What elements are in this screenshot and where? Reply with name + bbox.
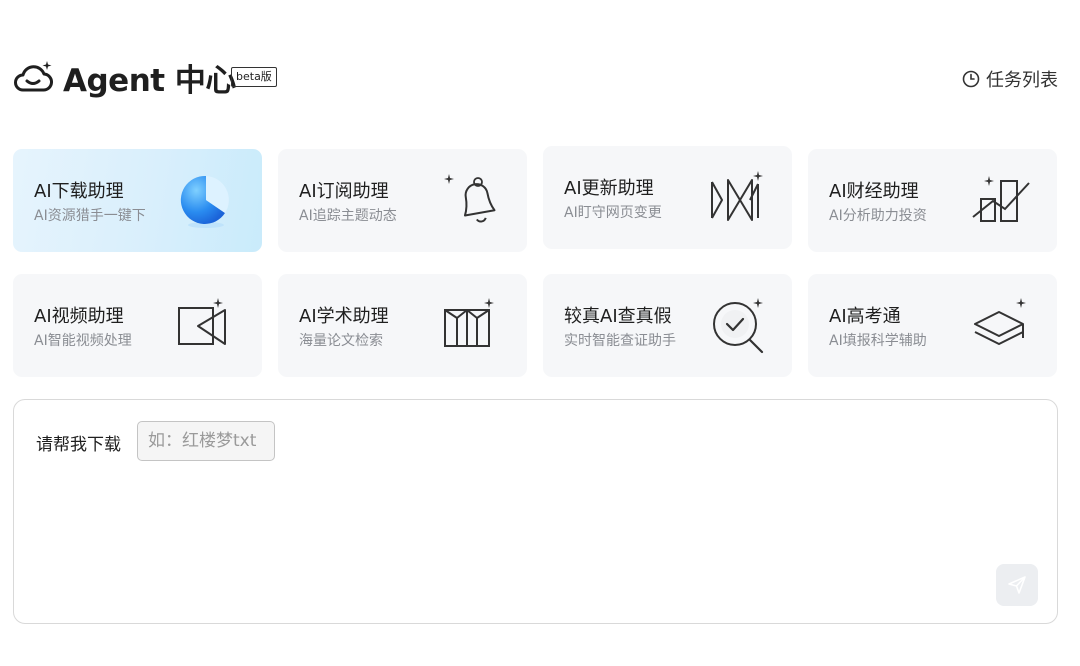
clock-icon — [962, 70, 980, 88]
download-target-input[interactable] — [138, 422, 274, 460]
card-title: AI视频助理 — [34, 306, 124, 327]
prompt-box[interactable]: 请帮我下载 — [13, 399, 1058, 624]
page-header: Agent 中心 beta版 任务列表 — [13, 58, 1058, 99]
card-title: AI下载助理 — [34, 181, 124, 202]
refresh-pages-icon — [711, 171, 763, 221]
card-subtitle: AI资源猎手一键下 — [34, 208, 146, 224]
card-ai-subscribe[interactable]: AI订阅助理 AI追踪主题动态 — [278, 149, 527, 252]
send-icon — [1008, 576, 1026, 594]
graduation-cap-icon — [974, 298, 1026, 345]
card-ai-update[interactable]: AI更新助理 AI盯守网页变更 — [543, 146, 792, 249]
card-subtitle: AI分析助力投资 — [829, 208, 927, 224]
card-title: AI订阅助理 — [299, 181, 389, 202]
magnifier-check-icon — [713, 298, 764, 354]
task-list-label: 任务列表 — [986, 70, 1058, 91]
card-title: AI更新助理 — [564, 178, 654, 199]
video-icon — [178, 298, 226, 345]
card-ai-download[interactable]: AI下载助理 AI资源猎手一键下 — [13, 149, 262, 252]
card-subtitle: AI盯守网页变更 — [564, 205, 662, 221]
card-title: 较真AI查真假 — [564, 306, 672, 327]
card-title: AI学术助理 — [299, 306, 389, 327]
finance-chart-icon — [972, 176, 1030, 222]
card-title: AI高考通 — [829, 306, 901, 327]
prompt-label: 请帮我下载 — [36, 435, 121, 455]
open-book-icon — [444, 298, 494, 347]
card-fact-check[interactable]: 较真AI查真假 实时智能查证助手 — [543, 274, 792, 377]
task-list-button[interactable]: 任务列表 — [962, 66, 1058, 92]
card-gaokao[interactable]: AI高考通 AI填报科学辅助 — [808, 274, 1057, 377]
page-title: Agent 中心 — [63, 63, 236, 99]
bell-icon — [444, 174, 496, 223]
card-subtitle: 实时智能查证助手 — [564, 333, 676, 349]
beta-badge: beta版 — [231, 67, 277, 87]
download-orb-icon — [180, 175, 229, 228]
card-subtitle: AI智能视频处理 — [34, 333, 132, 349]
card-subtitle: 海量论文检索 — [299, 333, 383, 349]
card-ai-video[interactable]: AI视频助理 AI智能视频处理 — [13, 274, 262, 377]
card-ai-academic[interactable]: AI学术助理 海量论文检索 — [278, 274, 527, 377]
cloud-sparkle-icon — [14, 61, 53, 92]
card-title: AI财经助理 — [829, 181, 919, 202]
download-target-slot[interactable] — [137, 421, 275, 461]
card-ai-finance[interactable]: AI财经助理 AI分析助力投资 — [808, 149, 1057, 252]
card-subtitle: AI填报科学辅助 — [829, 333, 927, 349]
card-subtitle: AI追踪主题动态 — [299, 208, 397, 224]
send-button[interactable] — [996, 564, 1038, 606]
